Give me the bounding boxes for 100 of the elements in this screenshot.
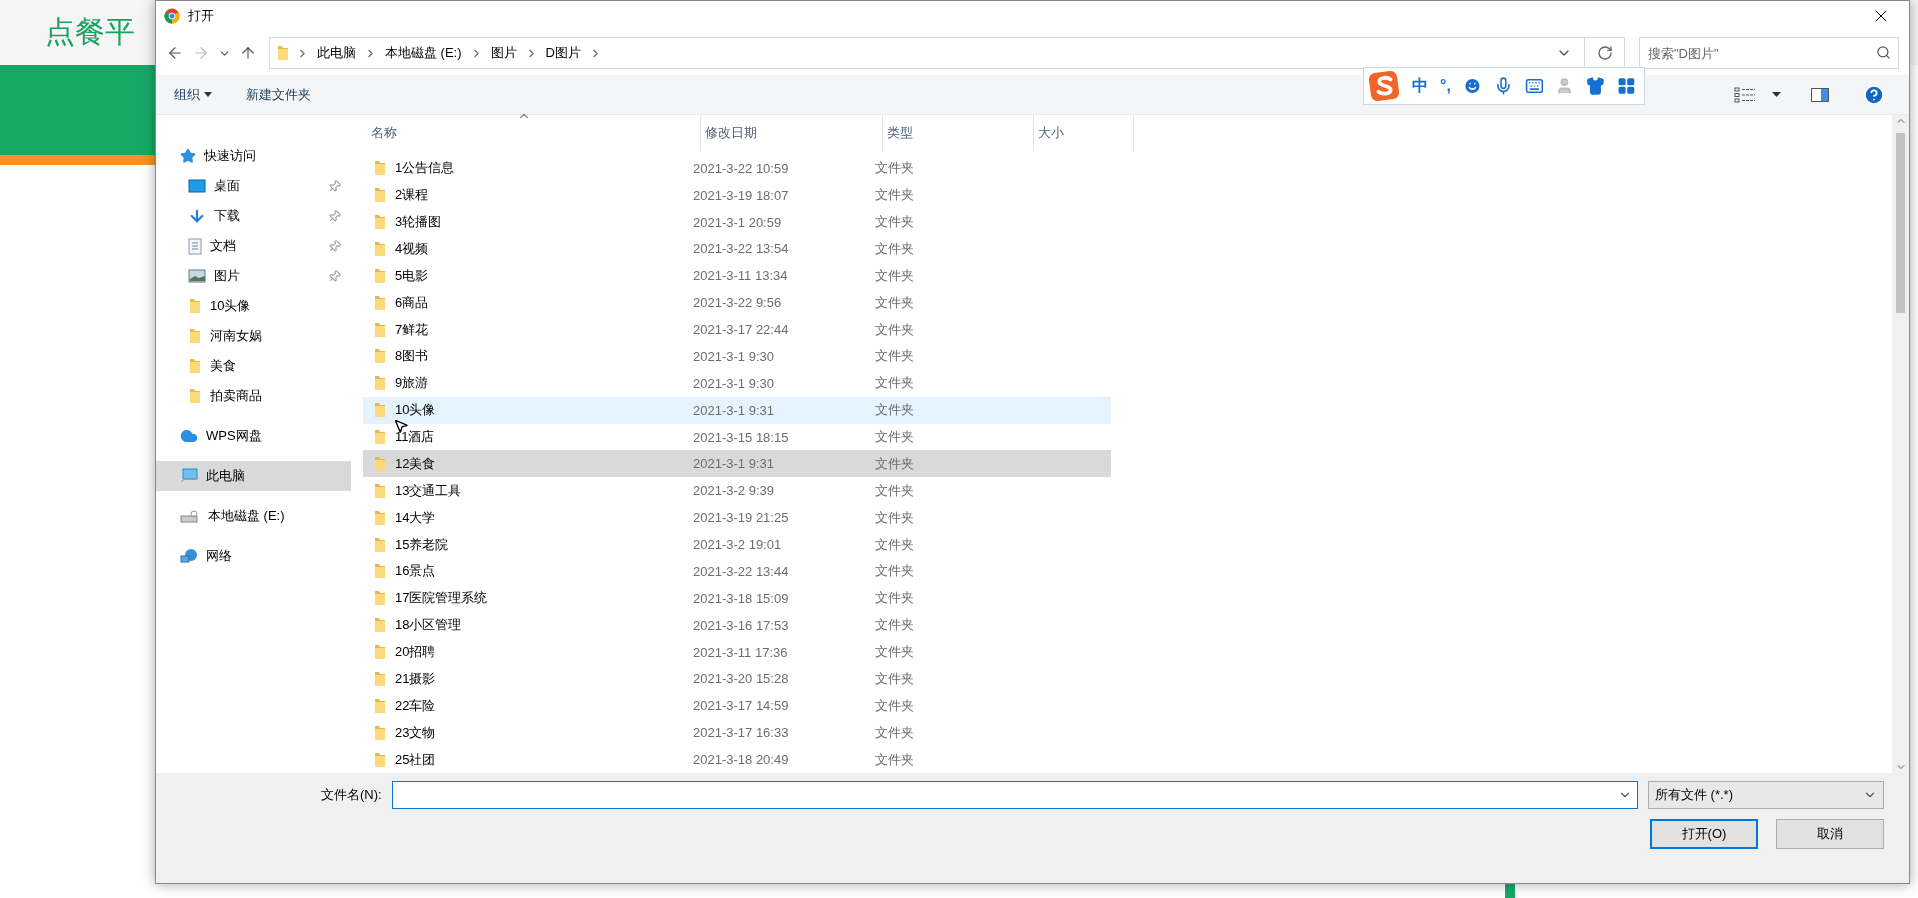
folder-icon bbox=[373, 697, 387, 714]
network-icon bbox=[180, 548, 198, 564]
file-type: 文件夹 bbox=[875, 239, 915, 258]
file-row[interactable]: 25社团 2021-3-18 20:49 文件夹 bbox=[363, 746, 1111, 773]
nav-item[interactable]: 桌面 bbox=[156, 171, 351, 201]
download-icon bbox=[188, 207, 206, 225]
file-row[interactable]: 15养老院 2021-3-2 19:01 文件夹 bbox=[363, 531, 1111, 558]
preview-pane-icon[interactable] bbox=[1811, 87, 1829, 102]
nav-item[interactable]: 下载 bbox=[156, 201, 351, 231]
file-row[interactable]: 2课程 2021-3-19 18:07 文件夹 bbox=[363, 181, 1111, 209]
view-options-icon[interactable] bbox=[1734, 86, 1756, 103]
file-row[interactable]: 7鲜花 2021-3-17 22:44 文件夹 bbox=[363, 316, 1111, 343]
breadcrumb-item[interactable]: 此电脑 bbox=[315, 42, 358, 64]
column-header[interactable]: 类型 bbox=[883, 115, 1034, 151]
organize-menu-button[interactable]: 组织 bbox=[172, 81, 214, 108]
column-header[interactable]: 修改日期 bbox=[701, 115, 883, 151]
nav-item[interactable]: 10头像 bbox=[156, 291, 351, 321]
modified-date: 2021-3-2 9:39 bbox=[693, 483, 775, 499]
nav-item[interactable]: WPS网盘 bbox=[156, 421, 351, 451]
scrollbar[interactable] bbox=[1892, 115, 1909, 773]
file-row[interactable]: 1公告信息 2021-3-22 10:59 文件夹 bbox=[363, 154, 1111, 182]
breadcrumb-item[interactable]: 本地磁盘 (E:) bbox=[383, 42, 464, 64]
nav-item[interactable]: 此电脑 bbox=[156, 461, 351, 491]
breadcrumb-item[interactable]: 图片 bbox=[488, 42, 519, 64]
input-mode-toggle[interactable]: 中 bbox=[1412, 75, 1429, 97]
caret-icon[interactable] bbox=[1772, 92, 1781, 97]
nav-item[interactable]: 文档 bbox=[156, 231, 351, 261]
breadcrumb-item[interactable]: D图片 bbox=[543, 42, 583, 64]
file-row[interactable]: 21摄影 2021-3-20 15:28 文件夹 bbox=[363, 665, 1111, 693]
site-title: 点餐平 bbox=[45, 14, 135, 50]
caret-icon bbox=[204, 92, 212, 97]
file-type: 文件夹 bbox=[875, 159, 915, 178]
search-icon[interactable] bbox=[1876, 45, 1891, 60]
file-type: 文件夹 bbox=[875, 374, 915, 393]
emoji-icon[interactable] bbox=[1462, 76, 1482, 96]
folder-icon bbox=[373, 187, 387, 204]
file-row[interactable]: 20招聘 2021-3-11 17:36 文件夹 bbox=[363, 638, 1111, 666]
grid-icon[interactable] bbox=[1617, 76, 1636, 96]
file-row[interactable]: 9旅游 2021-3-1 9:30 文件夹 bbox=[363, 369, 1111, 397]
folder-icon bbox=[188, 298, 202, 314]
file-row[interactable]: 23文物 2021-3-17 16:33 文件夹 bbox=[363, 719, 1111, 747]
folder-icon bbox=[373, 563, 387, 580]
nav-item[interactable]: 本地磁盘 (E:) bbox=[156, 501, 351, 531]
punctuation-toggle[interactable]: °, bbox=[1440, 77, 1451, 95]
file-row[interactable]: 4视频 2021-3-22 13:54 文件夹 bbox=[363, 235, 1111, 263]
file-name: 11酒店 bbox=[395, 428, 435, 446]
nav-item[interactable]: 拍卖商品 bbox=[156, 381, 351, 411]
folder-icon bbox=[373, 509, 387, 526]
nav-item[interactable]: 快速访问 bbox=[156, 141, 351, 171]
modified-date: 2021-3-1 9:31 bbox=[693, 456, 775, 472]
dialog-button[interactable]: 取消 bbox=[1776, 819, 1884, 849]
refresh-icon bbox=[1596, 45, 1613, 61]
file-type: 文件夹 bbox=[875, 320, 915, 339]
modified-date: 2021-3-17 14:59 bbox=[693, 698, 790, 714]
file-row[interactable]: 18小区管理 2021-3-16 17:53 文件夹 bbox=[363, 611, 1111, 639]
folder-icon bbox=[373, 724, 387, 741]
file-name: 9旅游 bbox=[395, 374, 429, 393]
file-name: 21摄影 bbox=[395, 669, 436, 688]
page-strip bbox=[1505, 884, 1515, 898]
file-type-select[interactable]: 所有文件 (*.*) bbox=[1648, 781, 1884, 809]
modified-date: 2021-3-22 9:56 bbox=[693, 295, 783, 311]
file-row[interactable]: 17医院管理系统 2021-3-18 15:09 文件夹 bbox=[363, 584, 1111, 612]
folder-icon bbox=[373, 375, 387, 392]
folder-icon bbox=[188, 388, 202, 404]
file-row[interactable]: 12美食 2021-3-1 9:31 文件夹 bbox=[363, 450, 1111, 478]
file-row[interactable]: 22车险 2021-3-17 14:59 文件夹 bbox=[363, 692, 1111, 720]
modified-date: 2021-3-22 13:44 bbox=[693, 563, 790, 579]
file-type: 文件夹 bbox=[875, 669, 915, 688]
file-name-field[interactable] bbox=[391, 781, 1638, 809]
shirt-icon[interactable] bbox=[1586, 76, 1606, 96]
file-name-label: 文件名(N): bbox=[321, 786, 382, 804]
file-row[interactable]: 6商品 2021-3-22 9:56 文件夹 bbox=[363, 289, 1111, 317]
file-type: 文件夹 bbox=[875, 508, 915, 527]
file-row[interactable]: 11酒店 2021-3-15 18:15 文件夹 bbox=[363, 423, 1111, 451]
file-type: 文件夹 bbox=[875, 428, 915, 446]
nav-item[interactable]: 美食 bbox=[156, 351, 351, 381]
file-row[interactable]: 3轮播图 2021-3-1 20:59 文件夹 bbox=[363, 208, 1111, 236]
nav-item[interactable]: 河南女娲 bbox=[156, 321, 351, 351]
column-header[interactable]: 名称 bbox=[367, 115, 701, 151]
file-type: 文件夹 bbox=[875, 696, 915, 715]
keyboard-icon[interactable] bbox=[1524, 76, 1544, 96]
file-row[interactable]: 10头像 2021-3-1 9:31 文件夹 bbox=[363, 396, 1111, 424]
nav-item[interactable]: 网络 bbox=[156, 541, 351, 571]
search-field[interactable]: 搜索"D图片" bbox=[1639, 37, 1899, 69]
scrollbar-thumb[interactable] bbox=[1896, 133, 1905, 313]
file-row[interactable]: 5电影 2021-3-11 13:34 文件夹 bbox=[363, 262, 1111, 290]
file-name: 16景点 bbox=[395, 562, 436, 581]
file-row[interactable]: 14大学 2021-3-19 21:25 文件夹 bbox=[363, 504, 1111, 532]
file-row[interactable]: 13交通工具 2021-3-2 9:39 文件夹 bbox=[363, 477, 1111, 505]
file-row[interactable]: 8图书 2021-3-1 9:30 文件夹 bbox=[363, 342, 1111, 370]
help-icon[interactable] bbox=[1863, 83, 1885, 106]
modified-date: 2021-3-1 20:59 bbox=[693, 214, 783, 230]
file-row[interactable]: 16景点 2021-3-22 13:44 文件夹 bbox=[363, 557, 1111, 585]
folder-icon bbox=[276, 45, 290, 61]
dialog-button[interactable]: 打开(O) bbox=[1650, 819, 1758, 849]
new-folder-button[interactable]: 新建文件夹 bbox=[244, 81, 313, 108]
nav-item[interactable]: 图片 bbox=[156, 261, 351, 291]
column-header[interactable]: 大小 bbox=[1034, 115, 1134, 151]
file-name: 23文物 bbox=[395, 723, 436, 742]
file-type: 文件夹 bbox=[875, 454, 915, 473]
